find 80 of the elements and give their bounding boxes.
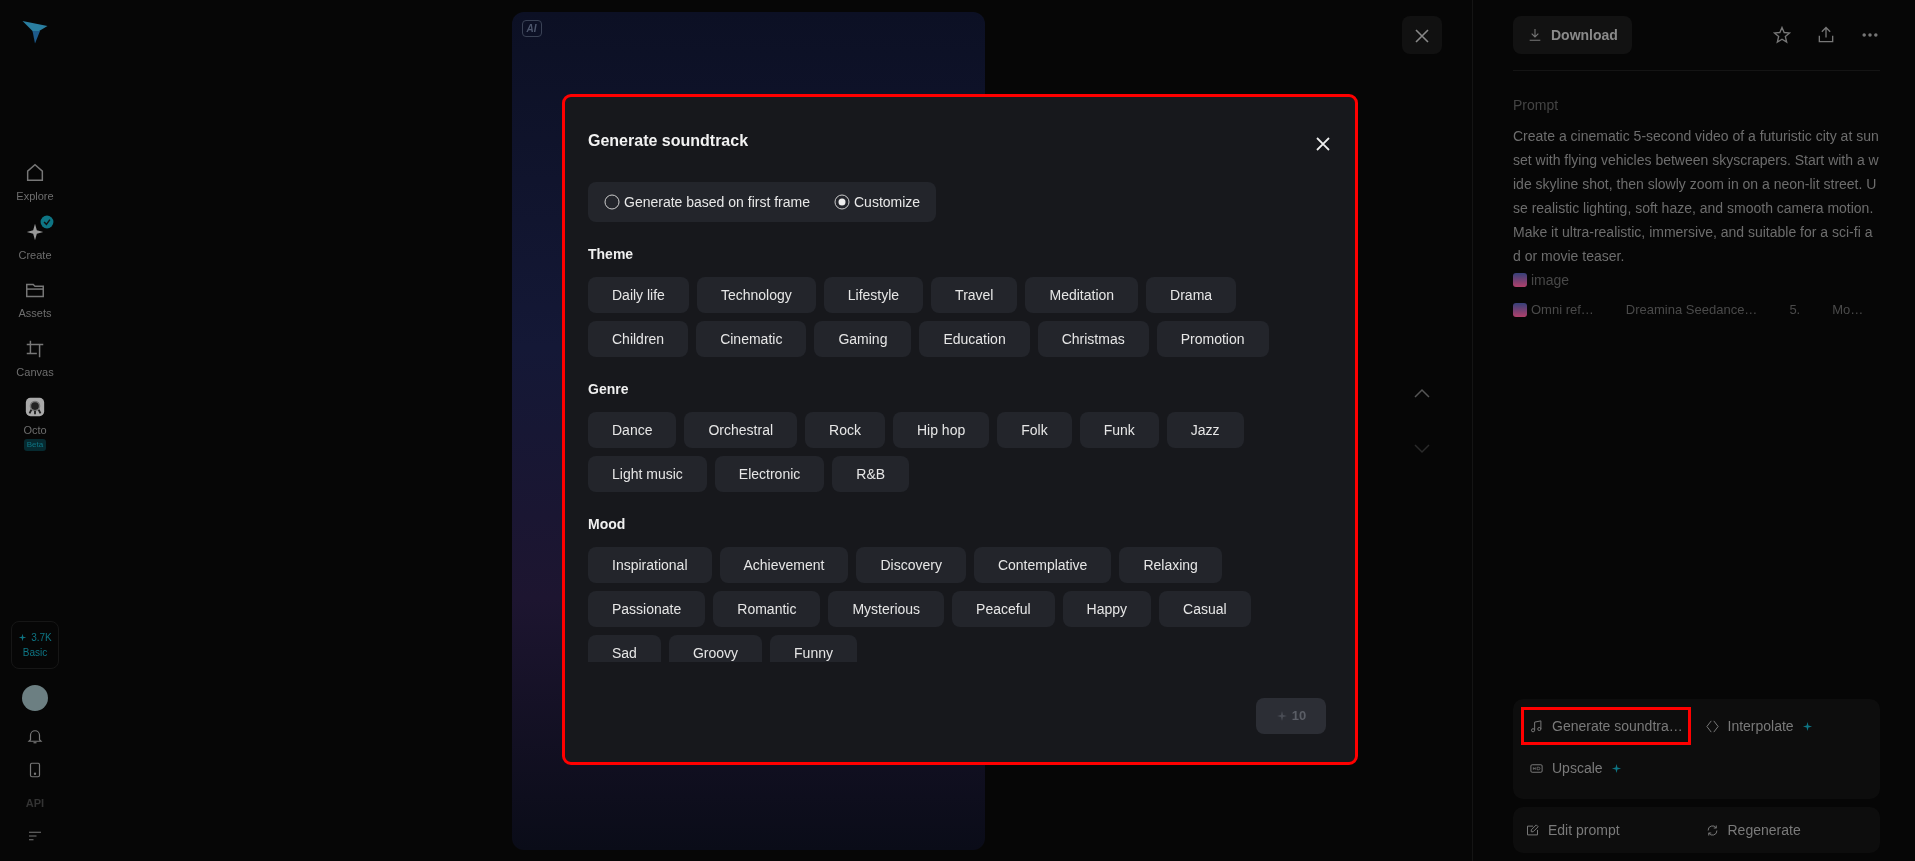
tag-chip[interactable]: Passionate (588, 591, 706, 627)
nav-label[interactable]: Create (18, 246, 52, 263)
image-thumbnail (1513, 273, 1527, 287)
radio-option[interactable]: Customize (834, 191, 921, 213)
tag-chip[interactable]: Groovy (668, 635, 763, 662)
edit-icon (1525, 822, 1540, 838)
tag-chip[interactable]: Funk (1079, 412, 1159, 448)
download-button[interactable]: Download (1513, 16, 1632, 54)
tag-chip[interactable]: Lifestyle (823, 277, 924, 313)
meta-label: 5. (1789, 301, 1801, 319)
music-note-icon (1529, 718, 1544, 734)
tag-chip[interactable]: Relaxing (1119, 547, 1222, 583)
section-title: Genre (588, 380, 630, 399)
tag-chip[interactable]: Christmas (1037, 321, 1149, 357)
avatar-icon[interactable] (22, 684, 48, 711)
download-icon (1527, 27, 1543, 43)
refresh-icon (1704, 822, 1720, 838)
prompt-label: Prompt (1513, 96, 1560, 115)
tag-chip[interactable]: Hip hop (892, 412, 990, 448)
dialog-title: Generate soundtrack (588, 131, 749, 151)
radio-icon (604, 194, 620, 210)
tag-chip[interactable]: Contemplative (973, 547, 1112, 583)
plan-label: Basic (22, 645, 48, 660)
star-icon[interactable] (1772, 25, 1792, 45)
radio-option[interactable]: Generate based on first frame (604, 191, 810, 213)
tag-chip[interactable]: Education (919, 321, 1030, 357)
sparkle-icon (18, 632, 28, 642)
section-title: Theme (588, 245, 635, 264)
tag-chip[interactable]: R&B (832, 456, 910, 492)
nav-label[interactable]: Octo (23, 422, 47, 439)
tag-chip[interactable]: Technology (696, 277, 816, 313)
tag-chip[interactable]: Cinematic (696, 321, 807, 357)
tag-chip[interactable]: Light music (588, 456, 707, 492)
radio-icon (834, 194, 850, 210)
prompt-text: Create a cinematic 5-second video of a futuristic city at sunset with flying vehicles between skyscrapers. Start with a wide skyline shot, then slowly zoom in on a neon-lit street. Use realistic lighting, soft haze, and smooth camera motion. Make it ultra-realistic, immersive, and suitable for a sci-fi ad or movie teaser. (1513, 127, 1880, 266)
action-button[interactable]: Upscale (1521, 749, 1630, 787)
tag-chip[interactable]: Drama (1146, 277, 1237, 313)
ai-badge: AI (521, 19, 542, 37)
beta-badge: Beta (23, 438, 47, 451)
close-icon (1315, 136, 1331, 153)
tag-chip[interactable]: Romantic (713, 591, 821, 627)
nav-label[interactable]: Canvas (16, 363, 54, 380)
tag-chip[interactable]: Funny (770, 635, 857, 662)
tag-chip[interactable]: Promotion (1156, 321, 1269, 357)
nav-label[interactable]: Assets (18, 305, 52, 322)
meta-label: Dreamina Seedance… (1625, 301, 1758, 319)
tag-chip[interactable]: Rock (805, 412, 885, 448)
tag-chip[interactable]: Mysterious (828, 591, 945, 627)
chevron-up-icon[interactable] (1414, 388, 1430, 398)
nav-label[interactable]: Explore (16, 188, 54, 205)
close-icon (1414, 27, 1430, 44)
meta-label: Omni ref… (1531, 301, 1594, 319)
tag-chip[interactable]: Sad (588, 635, 661, 662)
tag-chip[interactable]: Gaming (814, 321, 912, 357)
tag-chip[interactable]: Achievement (719, 547, 849, 583)
tag-chip[interactable]: Discovery (856, 547, 966, 583)
tag-chip[interactable]: Electronic (714, 456, 825, 492)
tag-chip[interactable]: Dance (588, 412, 677, 448)
tag-chip[interactable]: Meditation (1025, 277, 1139, 313)
tag-chip[interactable]: Casual (1159, 591, 1251, 627)
tag-chip[interactable]: Daily life (588, 277, 689, 313)
tag-chip[interactable]: Folk (997, 412, 1072, 448)
credit-amount: 3.7K (31, 630, 52, 645)
tag-chip[interactable]: Happy (1062, 591, 1152, 627)
credits-panel[interactable]: 3.7K Basic (11, 620, 59, 669)
home-icon[interactable] (24, 162, 46, 184)
action-button[interactable]: Edit prompt (1517, 811, 1628, 849)
share-icon[interactable] (1816, 25, 1836, 45)
section-title: Mood (588, 515, 627, 534)
reference-thumbnail (1513, 302, 1527, 317)
action-button[interactable]: Regenerate (1696, 811, 1809, 849)
tag-chip[interactable]: Jazz (1166, 412, 1244, 448)
tag-chip[interactable]: Travel (931, 277, 1018, 313)
meta-label: Mo… (1832, 301, 1864, 319)
tag-chip[interactable]: Inspirational (588, 547, 712, 583)
tag-chip[interactable]: Peaceful (952, 591, 1055, 627)
tag-chip[interactable]: Orchestral (684, 412, 798, 448)
tag-chip[interactable]: Children (588, 321, 689, 357)
action-button[interactable]: Generate soundtra… (1521, 707, 1691, 745)
action-button[interactable]: Interpolate (1696, 707, 1821, 745)
